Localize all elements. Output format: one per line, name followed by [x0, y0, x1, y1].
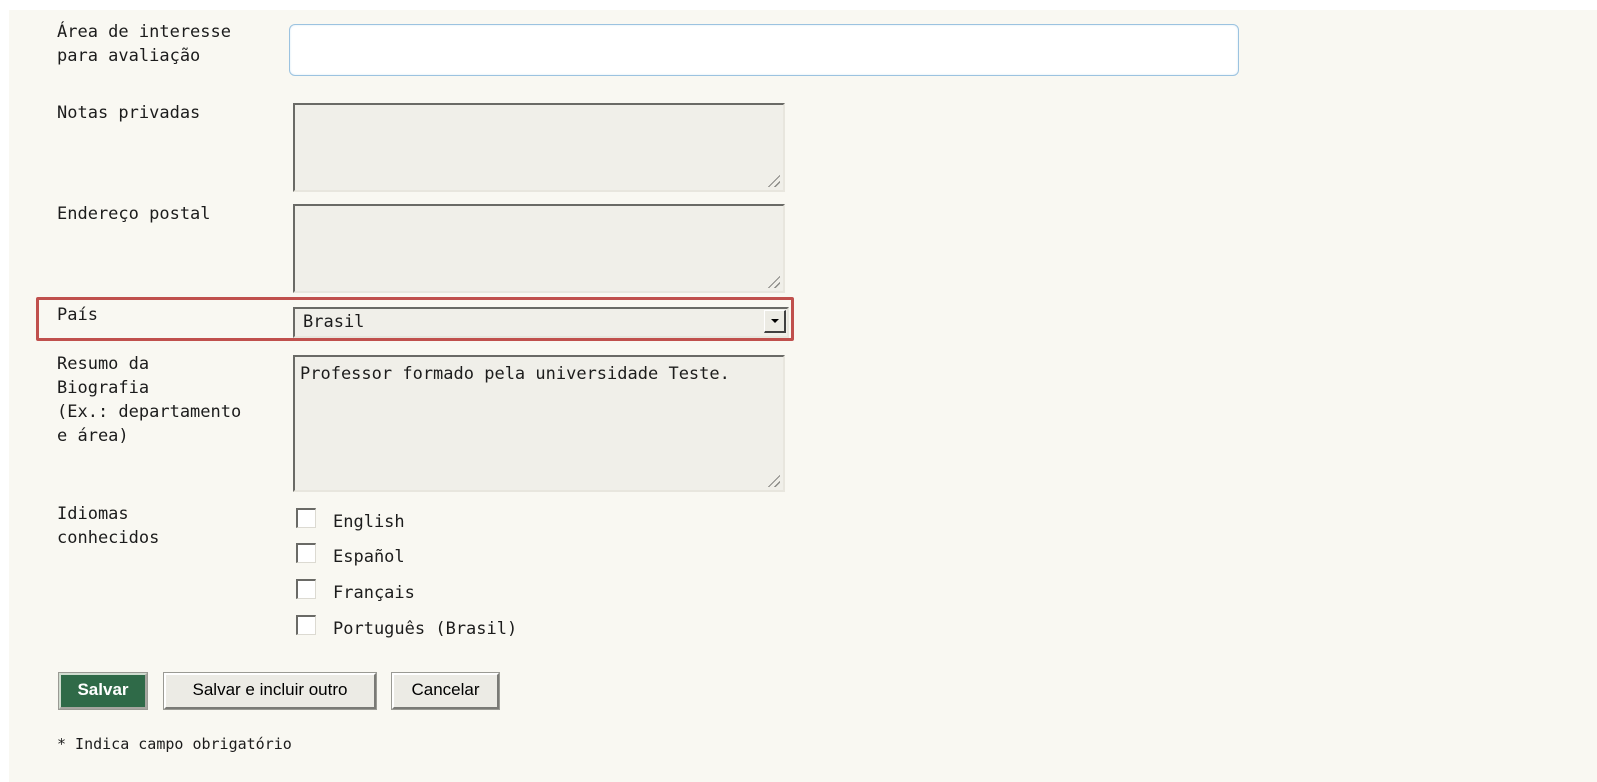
language-option-label: Français: [333, 583, 415, 603]
language-checkbox[interactable]: [296, 579, 316, 599]
resize-grip-icon[interactable]: [768, 175, 780, 187]
postal-address-label: Endereço postal: [57, 204, 211, 224]
country-highlight-box: [36, 297, 794, 341]
bio-value: Professor formado pela universidade Test…: [300, 364, 730, 384]
resize-grip-icon[interactable]: [768, 276, 780, 288]
languages-label: Idiomas conhecidos: [57, 504, 160, 548]
save-and-add-button[interactable]: Salvar e incluir outro: [163, 672, 377, 710]
language-option-label: English: [333, 512, 405, 532]
interest-area-label: Área de interesse para avaliação: [57, 22, 231, 66]
user-form-page: Área de interesse para avaliação Notas p…: [9, 10, 1597, 782]
interest-area-input[interactable]: [289, 24, 1239, 76]
language-option-label: Português (Brasil): [333, 619, 518, 639]
private-notes-textarea[interactable]: [293, 103, 785, 192]
bio-textarea[interactable]: Professor formado pela universidade Test…: [293, 355, 785, 492]
cancel-button[interactable]: Cancelar: [391, 672, 500, 710]
language-checkbox[interactable]: [296, 543, 316, 563]
save-button[interactable]: Salvar: [58, 672, 148, 710]
language-checkbox[interactable]: [296, 615, 316, 635]
resize-grip-icon[interactable]: [768, 475, 780, 487]
required-field-note: * Indica campo obrigatório: [57, 735, 292, 753]
postal-address-textarea[interactable]: [293, 204, 785, 293]
language-checkbox[interactable]: [296, 508, 316, 528]
private-notes-label: Notas privadas: [57, 103, 201, 123]
language-option-label: Español: [333, 547, 405, 567]
bio-label: Resumo da Biografia (Ex.: departamento e…: [57, 354, 242, 446]
